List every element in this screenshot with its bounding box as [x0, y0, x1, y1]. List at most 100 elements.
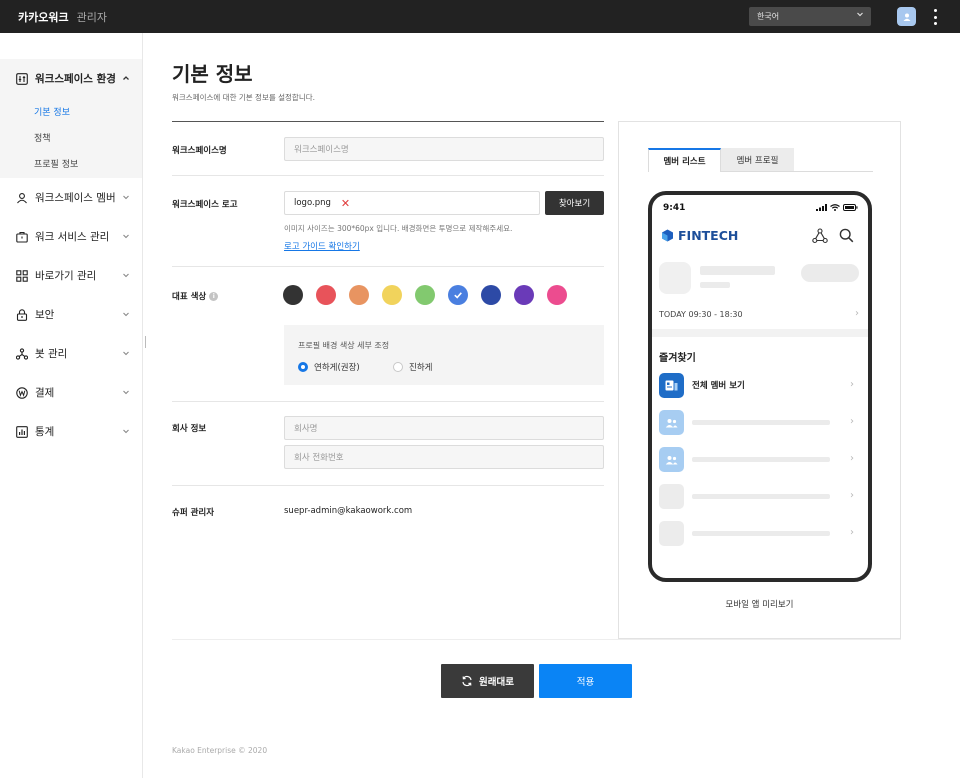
color-swatch[interactable]: [382, 285, 402, 305]
sliders-icon: [16, 72, 28, 85]
color-swatch[interactable]: [547, 285, 567, 305]
divider: [172, 639, 901, 640]
sidebar-item-shortcuts[interactable]: 바로가기 관리: [0, 256, 142, 295]
nav-group-workspace-env: 워크스페이스 환경 기본 정보 정책 프로필 정보: [0, 59, 142, 178]
workspace-name-label: 워크스페이스명: [172, 146, 227, 156]
battery-icon: [843, 204, 858, 211]
sidebar-item-statistics[interactable]: 통계: [0, 412, 142, 451]
chevron-down-icon: [122, 387, 130, 399]
chevron-right-icon: ›: [850, 416, 854, 427]
divider: [172, 485, 604, 486]
sidebar-item-workspace-env[interactable]: 워크스페이스 환경: [0, 59, 142, 98]
radio-label: 연하게(권장): [314, 363, 360, 373]
remove-file-icon[interactable]: ✕: [341, 197, 350, 210]
sidebar-item-billing[interactable]: 결제: [0, 373, 142, 412]
browse-button[interactable]: 찾아보기: [545, 191, 604, 215]
language-value: 한국어: [757, 12, 780, 21]
skeleton-line: [692, 457, 830, 462]
chevron-down-icon: [122, 348, 130, 360]
preview-caption: 모바일 앱 미리보기: [725, 600, 794, 610]
tab-member-profile[interactable]: 멤버 프로필: [721, 148, 794, 172]
logo-guide-link[interactable]: 로고 가이드 확인하기: [284, 240, 360, 252]
member-list-icon: [659, 373, 684, 398]
radio-label: 진하게: [409, 363, 433, 373]
workspace-name-input[interactable]: 워크스페이스명: [284, 137, 604, 161]
sidebar-item-members[interactable]: 워크스페이스 멤버: [0, 178, 142, 217]
info-icon[interactable]: i: [209, 292, 219, 301]
sidebar-resize-handle[interactable]: [145, 336, 146, 348]
color-swatch[interactable]: [349, 285, 369, 305]
footer-copyright: Kakao Enterprise © 2020: [172, 746, 268, 755]
more-menu-icon[interactable]: [928, 9, 942, 25]
color-swatch[interactable]: [481, 285, 501, 305]
org-chart-icon: [812, 228, 828, 244]
super-admin-email: suepr-admin@kakaowork.com: [284, 506, 413, 516]
radio-unchecked-icon: [393, 362, 403, 372]
chevron-right-icon: ›: [850, 527, 854, 538]
refresh-icon: [462, 675, 472, 687]
fintech-logo: FINTECH: [661, 228, 738, 243]
sidebar-subitem-policy[interactable]: 정책: [0, 124, 142, 150]
list-item-placeholder-icon: [659, 521, 684, 546]
skeleton-line: [692, 531, 830, 536]
view-all-members: 전체 멤버 보기: [692, 381, 745, 391]
sidebar-item-work-services[interactable]: 워크 서비스 관리: [0, 217, 142, 256]
fintech-brand: FINTECH: [678, 228, 739, 243]
workspace-logo-label: 워크스페이스 로고: [172, 200, 238, 210]
company-name-input[interactable]: 회사명: [284, 416, 604, 440]
logo-file-field[interactable]: logo.png ✕: [284, 191, 540, 215]
skeleton-line: [692, 420, 830, 425]
fintech-logo-icon: [662, 229, 673, 242]
profile-avatar-placeholder: [659, 262, 691, 294]
company-phone-input[interactable]: 회사 전화번호: [284, 445, 604, 469]
avatar[interactable]: [897, 7, 916, 26]
radio-dark[interactable]: 진하게: [393, 361, 432, 373]
top-bar: 카카오워크 관리자 한국어: [0, 0, 960, 33]
divider: [172, 401, 604, 402]
skeleton-line: [700, 266, 775, 275]
chevron-right-icon: ›: [855, 308, 859, 319]
chevron-right-icon: ›: [850, 379, 854, 390]
lock-icon: [16, 308, 28, 321]
work-hours-text: TODAY 09:30 - 18:30: [659, 310, 743, 319]
list-item-placeholder-icon: [659, 484, 684, 509]
apply-button[interactable]: 적용: [539, 664, 632, 698]
grid-icon: [16, 269, 28, 282]
color-swatch[interactable]: [316, 285, 336, 305]
chevron-down-icon: [122, 309, 130, 321]
status-icons: [816, 204, 858, 211]
group-icon: [659, 410, 684, 435]
chevron-down-icon: [122, 192, 130, 204]
sidebar-subitem-basic-info[interactable]: 기본 정보: [0, 98, 142, 124]
color-swatch[interactable]: [283, 285, 303, 305]
radio-light[interactable]: 연하게(권장): [298, 361, 360, 373]
reset-button[interactable]: 원래대로: [441, 664, 534, 698]
logo-file-name: logo.png: [294, 198, 331, 208]
sidebar-item-label: 바로가기 관리: [35, 270, 97, 282]
skeleton-line: [692, 494, 830, 499]
sidebar-item-label: 워크 서비스 관리: [35, 231, 110, 243]
language-select[interactable]: 한국어: [749, 7, 871, 26]
color-swatch[interactable]: [415, 285, 435, 305]
check-icon: [454, 292, 462, 299]
won-icon: [16, 386, 28, 399]
sidebar-item-label: 봇 관리: [35, 348, 68, 360]
color-swatch[interactable]: [514, 285, 534, 305]
brand-logo[interactable]: 카카오워크: [18, 9, 69, 25]
sidebar-item-label: 워크스페이스 멤버: [35, 192, 116, 204]
chart-icon: [16, 425, 28, 438]
page-title: 기본 정보: [172, 62, 253, 86]
sidebar-item-bots[interactable]: 봇 관리: [0, 334, 142, 373]
tab-member-list[interactable]: 멤버 리스트: [648, 148, 721, 172]
brand-color-label-text: 대표 색상: [172, 292, 207, 302]
user-icon: [903, 13, 910, 21]
signal-icon: [816, 204, 827, 211]
sidebar-subitem-profile-info[interactable]: 프로필 정보: [0, 150, 142, 176]
sidebar-item-security[interactable]: 보안: [0, 295, 142, 334]
sidebar-item-label: 결제: [35, 387, 55, 399]
color-swatch[interactable]: [448, 285, 468, 305]
chevron-down-icon: [856, 10, 864, 20]
page-description: 워크스페이스에 대한 기본 정보를 설정합니다.: [172, 93, 316, 102]
logo-size-hint: 이미지 사이즈는 300*60px 입니다. 배경화면은 투명으로 제작해주세요…: [284, 224, 513, 233]
skeleton-line: [700, 282, 730, 288]
